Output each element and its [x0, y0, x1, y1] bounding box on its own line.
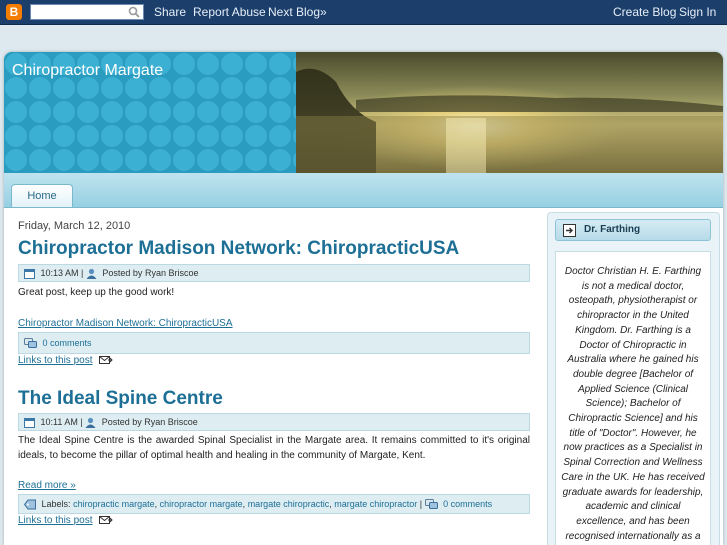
posted-by-label: Posted by	[101, 417, 142, 427]
sidebar: Dr. Farthing Doctor Christian H. E. Fart…	[547, 212, 720, 545]
post-header-bar: 10:11 AM | Posted by Ryan Briscoe	[18, 413, 530, 431]
sunset-lake-image	[296, 52, 723, 173]
tab-home[interactable]: Home	[11, 184, 73, 207]
sidebar-widget-header: Dr. Farthing	[555, 219, 711, 241]
next-blog-link[interactable]: Next Blog»	[268, 5, 327, 19]
person-icon	[85, 418, 96, 429]
email-post-icon[interactable]	[99, 515, 113, 525]
post-header-bar: 10:13 AM | Posted by Ryan Briscoe	[18, 264, 530, 282]
person-icon	[86, 269, 97, 280]
post-footer-bar: 0 comments	[18, 332, 530, 354]
search-icon[interactable]	[128, 6, 140, 18]
sign-in-link[interactable]: Sign In	[679, 5, 716, 19]
tab-bar: Home	[4, 173, 723, 208]
blog-title[interactable]: Chiropractor Margate	[12, 62, 163, 80]
calendar-icon	[24, 269, 35, 280]
blog-page: Chiropractor Margate Home Friday, March …	[4, 52, 723, 545]
post-body: Great post, keep up the good work!	[18, 287, 175, 298]
label-link[interactable]: margate chiropractor	[334, 499, 417, 509]
links-to-post[interactable]: Links to this post	[18, 515, 92, 526]
report-abuse-link[interactable]: Report Abuse	[193, 5, 266, 19]
post-body-link[interactable]: Chiropractor Madison Network: Chiropract…	[18, 318, 233, 329]
date-header: Friday, March 12, 2010	[18, 220, 131, 232]
search-input[interactable]	[31, 5, 130, 19]
links-to-post[interactable]: Links to this post	[18, 355, 92, 366]
post-author[interactable]: Ryan Briscoe	[144, 417, 198, 427]
arrow-right-icon	[563, 224, 576, 237]
post-footer-bar: Labels: chiropractic margate, chiropract…	[18, 494, 530, 514]
share-link[interactable]: Share	[154, 5, 186, 19]
calendar-icon	[24, 418, 35, 429]
post-title[interactable]: Chiropractor Madison Network: Chiropract…	[18, 238, 530, 260]
label-tag-icon	[24, 499, 36, 510]
post-time[interactable]: 10:11 AM	[41, 417, 78, 427]
post-author[interactable]: Ryan Briscoe	[145, 268, 199, 278]
comments-icon	[24, 338, 37, 349]
label-link[interactable]: chiropractor margate	[160, 499, 243, 509]
email-post-icon[interactable]	[99, 355, 113, 365]
post-time[interactable]: 10:13 AM	[41, 268, 79, 278]
search-box	[30, 4, 144, 20]
blogger-navbar: B Share Report Abuse Next Blog» Create B…	[0, 0, 727, 25]
post-title[interactable]: The Ideal Spine Centre	[18, 388, 530, 410]
posted-by-label: Posted by	[102, 268, 143, 278]
comments-icon	[424, 499, 438, 510]
blog-header: Chiropractor Margate	[4, 52, 723, 173]
label-link[interactable]: margate chiropractic	[248, 499, 330, 509]
sidebar-about-text: Doctor Christian H. E. Farthing is not a…	[555, 251, 711, 545]
comments-link[interactable]: 0 comments	[443, 499, 492, 509]
create-blog-link[interactable]: Create Blog	[613, 5, 676, 19]
post-body: The Ideal Spine Centre is the awarded Sp…	[18, 435, 530, 461]
label-link[interactable]: chiropractic margate	[73, 499, 155, 509]
read-more-link[interactable]: Read more »	[18, 480, 76, 491]
main-column: Friday, March 12, 2010 Chiropractor Madi…	[18, 220, 530, 526]
blogger-logo-icon[interactable]: B	[6, 4, 22, 20]
labels-prefix: Labels:	[41, 499, 71, 509]
comments-link[interactable]: 0 comments	[43, 338, 92, 348]
sidebar-widget-title: Dr. Farthing	[584, 224, 641, 235]
